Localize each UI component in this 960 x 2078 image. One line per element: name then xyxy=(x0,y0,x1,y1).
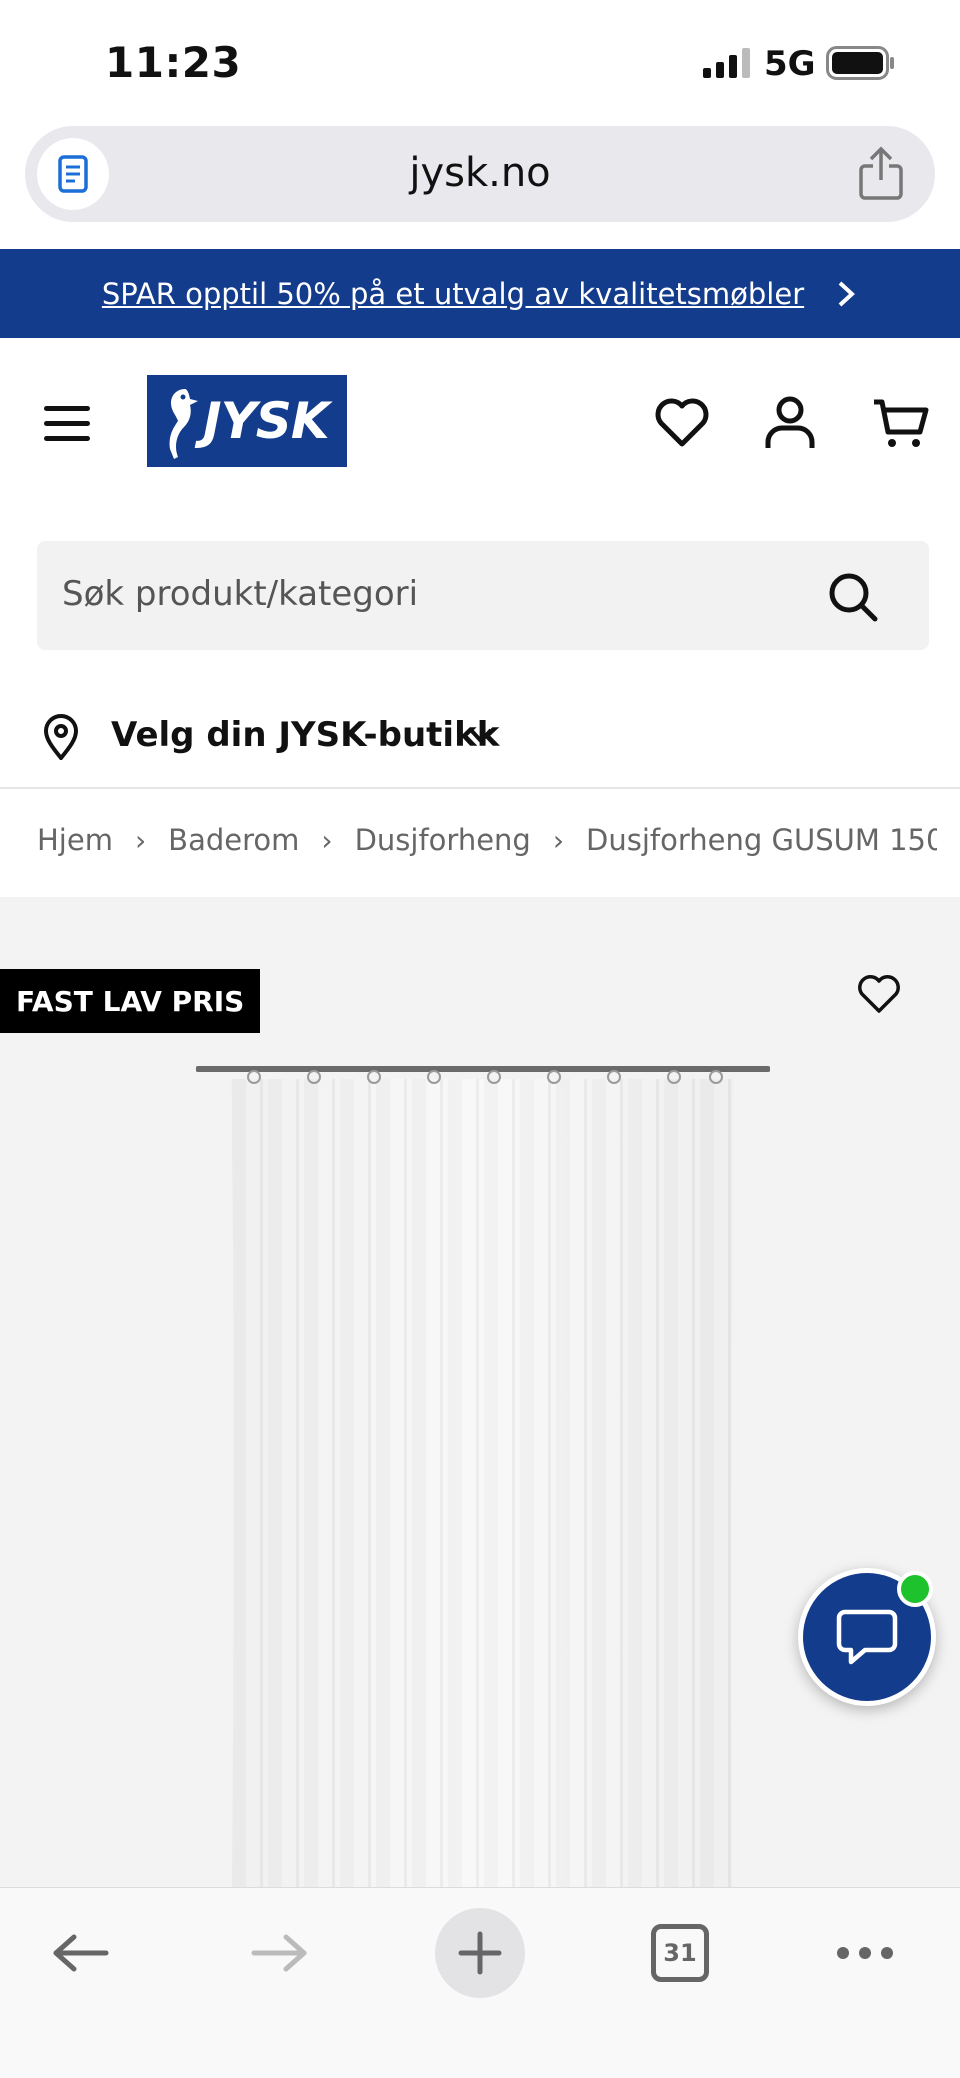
chevron-right-icon: › xyxy=(134,824,147,857)
back-button[interactable] xyxy=(40,1908,120,1998)
site-header: JYSK xyxy=(0,338,960,508)
search-field[interactable]: Søk produkt/kategori xyxy=(37,541,929,650)
arrow-left-icon xyxy=(53,1934,109,1972)
product-gallery[interactable]: FAST LAV PRIS xyxy=(0,897,960,1887)
price-badge: FAST LAV PRIS xyxy=(0,969,261,1033)
chevron-right-icon: › xyxy=(321,824,333,857)
new-tab-button[interactable] xyxy=(435,1908,525,1998)
status-time: 11:23 xyxy=(105,38,242,87)
network-label: 5G xyxy=(764,44,816,84)
search-icon[interactable] xyxy=(827,571,879,623)
breadcrumb-item-hjem[interactable]: Hjem xyxy=(37,823,113,857)
product-image xyxy=(196,1066,770,1887)
breadcrumb-item-current: Dusjforheng GUSUM 150x xyxy=(586,823,937,857)
status-bar: 11:23 5G xyxy=(0,0,960,124)
signal-icon xyxy=(703,48,750,78)
heart-icon[interactable] xyxy=(652,392,712,452)
divider xyxy=(0,787,960,789)
online-status-dot xyxy=(897,1571,933,1607)
chevron-right-icon xyxy=(838,281,856,306)
chat-button[interactable] xyxy=(798,1568,936,1706)
breadcrumb-item-dusjforheng[interactable]: Dusjforheng xyxy=(355,823,531,857)
bird-logo-icon xyxy=(169,389,198,459)
user-icon[interactable] xyxy=(760,392,820,452)
plus-icon xyxy=(458,1931,502,1975)
breadcrumb-item-baderom[interactable]: Baderom xyxy=(168,823,299,857)
browser-toolbar: 31 xyxy=(0,1887,960,2078)
store-selector-label[interactable]: Velg din JYSK-butikk xyxy=(111,715,499,755)
battery-icon xyxy=(826,46,894,80)
favorite-heart-icon[interactable] xyxy=(856,971,902,1015)
arrow-right-icon xyxy=(251,1934,307,1972)
location-pin-icon xyxy=(43,714,79,760)
logo-wordmark: JYSK xyxy=(203,392,330,450)
search-placeholder[interactable]: Søk produkt/kategori xyxy=(62,574,418,614)
share-icon[interactable] xyxy=(855,146,907,202)
tab-count: 31 xyxy=(651,1924,709,1982)
url-text[interactable]: jysk.no xyxy=(25,150,935,196)
cart-icon[interactable] xyxy=(870,392,930,452)
chat-bubble-icon xyxy=(836,1609,898,1665)
more-menu-icon[interactable] xyxy=(830,1908,900,1998)
jysk-logo[interactable]: JYSK xyxy=(147,375,347,467)
promo-banner[interactable]: SPAR opptil 50% på et utvalg av kvalitet… xyxy=(0,249,960,338)
store-selector[interactable]: Velg din JYSK-butikk xyxy=(0,700,960,788)
chevron-down-icon xyxy=(469,728,493,744)
promo-link[interactable]: SPAR opptil 50% på et utvalg av kvalitet… xyxy=(102,277,804,311)
tabs-button[interactable]: 31 xyxy=(648,1908,712,1998)
address-bar[interactable]: jysk.no xyxy=(25,126,935,222)
menu-icon[interactable] xyxy=(44,406,90,444)
chevron-right-icon: › xyxy=(552,824,565,857)
breadcrumb: Hjem › Baderom › Dusjforheng › Dusjforheng GUS… xyxy=(37,823,937,873)
forward-button[interactable] xyxy=(240,1908,320,1998)
